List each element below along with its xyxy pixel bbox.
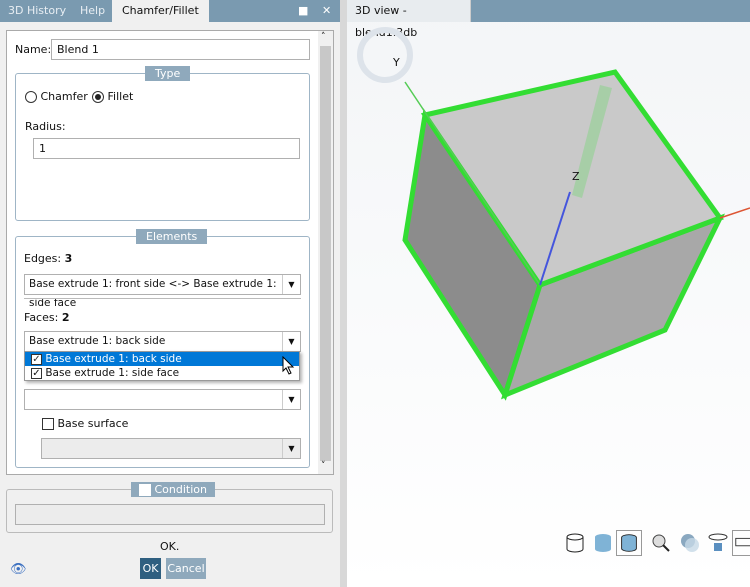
type-legend: Type (145, 66, 191, 81)
tab-3d-view[interactable]: 3D view - blend1.3db (347, 0, 471, 39)
view-sphere-icon[interactable] (677, 530, 703, 556)
condition-input[interactable] (15, 504, 325, 525)
radio-icon (25, 91, 37, 103)
tab-3d-history[interactable]: 3D History (8, 0, 66, 22)
ok-button[interactable]: OK (140, 558, 161, 579)
dropdown-item[interactable]: ✓ Base extrude 1: back side (25, 352, 299, 366)
x-axis (719, 207, 750, 219)
keyboard-icon[interactable] (732, 530, 750, 556)
base-surface-combo[interactable]: ▼ (41, 438, 301, 459)
checkbox-icon[interactable] (42, 418, 54, 430)
cancel-button[interactable]: Cancel (166, 558, 206, 579)
z-axis-label: Z (572, 170, 580, 183)
chevron-down-icon[interactable]: ▼ (282, 332, 300, 351)
condition-checkbox[interactable]: Condition (131, 482, 215, 497)
maximize-icon[interactable]: ■ (298, 0, 308, 22)
radius-label: Radius: (25, 120, 66, 133)
scrollbar-thumb[interactable] (320, 46, 331, 461)
edges-label: Edges: 3 (24, 252, 73, 265)
faces-label: Faces: 2 (24, 311, 70, 324)
chamfer-label: Chamfer (40, 90, 88, 103)
3d-model (357, 27, 750, 401)
edges-combo[interactable]: Base extrude 1: front side <-> Base extr… (24, 274, 301, 309)
zoom-fit-icon[interactable] (648, 530, 674, 556)
rotate-animation-icon[interactable] (705, 530, 731, 556)
name-label: Name: (15, 43, 52, 56)
status-text: OK. (160, 540, 180, 553)
view-cube-orb[interactable] (357, 27, 413, 83)
scroll-up-icon[interactable]: ˄ (321, 32, 326, 42)
faces-dropdown-list: ✓ Base extrude 1: back side ✓ Base extru… (24, 351, 300, 381)
scroll-down-icon[interactable]: ˅ (321, 461, 326, 471)
close-icon[interactable]: ✕ (322, 0, 331, 22)
checkbox-checked-icon[interactable]: ✓ (31, 353, 42, 365)
fillet-label: Fillet (107, 90, 134, 103)
eye-icon[interactable]: 👁 (10, 562, 27, 577)
faces-combo[interactable]: Base extrude 1: back side ▼ (24, 331, 301, 352)
mouse-cursor-icon (282, 356, 295, 375)
name-input[interactable]: Blend 1 (51, 39, 310, 60)
shaded-icon[interactable] (590, 530, 616, 556)
y-axis-label: Y (393, 56, 400, 69)
radius-input[interactable]: 1 (33, 138, 300, 159)
wireframe-icon[interactable] (562, 530, 588, 556)
chamfer-radio[interactable]: Chamfer (25, 90, 88, 103)
shaded-edges-icon[interactable] (616, 530, 642, 556)
dropdown-item[interactable]: ✓ Base extrude 1: side face (25, 366, 299, 380)
panel-tab-bar: 3D History Help Chamfer/Fillet ■ ✕ (0, 0, 340, 22)
divider (24, 298, 301, 299)
chevron-down-icon[interactable]: ▼ (282, 275, 300, 294)
tab-chamfer-fillet[interactable]: Chamfer/Fillet (112, 0, 209, 22)
splitter[interactable] (340, 0, 347, 587)
fillet-radio[interactable]: Fillet (92, 90, 133, 103)
tab-help[interactable]: Help (80, 0, 105, 22)
radio-selected-icon (92, 91, 104, 103)
base-surface-checkbox[interactable]: Base surface (42, 417, 128, 430)
checkbox-checked-icon[interactable]: ✓ (31, 367, 42, 379)
extra-combo[interactable]: ▼ (24, 389, 301, 410)
checkbox-icon[interactable] (139, 484, 151, 496)
chevron-down-icon[interactable]: ▼ (282, 390, 300, 409)
chevron-down-icon[interactable]: ▼ (282, 439, 300, 458)
elements-legend: Elements (136, 229, 208, 244)
base-surface-label: Base surface (57, 417, 129, 430)
